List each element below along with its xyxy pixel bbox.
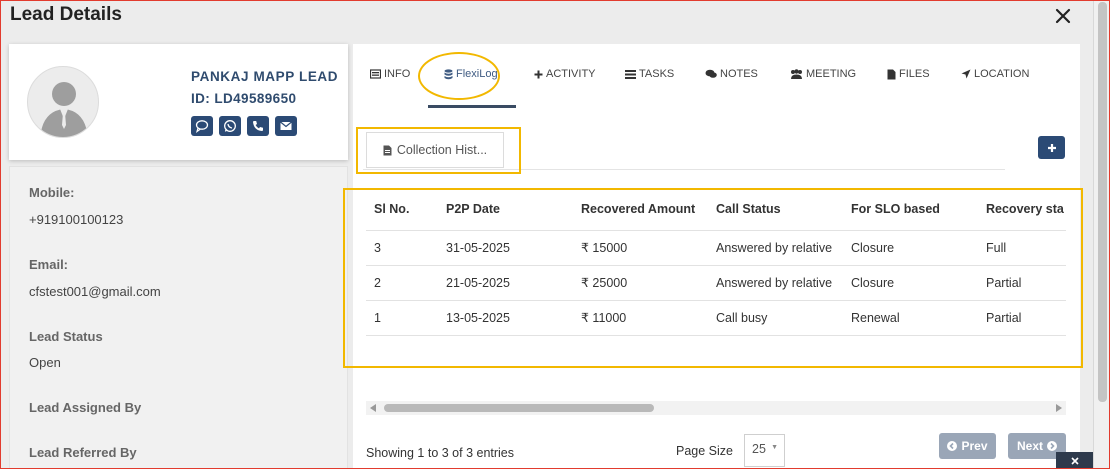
vertical-scrollbar-thumb[interactable] xyxy=(1098,2,1107,402)
lead-status-label: Lead Status xyxy=(29,329,103,344)
page-size-value: 25 xyxy=(752,442,766,456)
email-value: cfstest001@gmail.com xyxy=(29,284,161,299)
close-small-icon xyxy=(1070,457,1079,465)
flexilog-highlight-ellipse xyxy=(418,52,500,100)
tab-bar: INFO FlexiLog ACTIVITY TASKS NOTES MEETI… xyxy=(353,44,1080,108)
tab-activity[interactable]: ACTIVITY xyxy=(534,68,596,80)
tasks-icon xyxy=(625,69,636,79)
chevron-circle-left-icon xyxy=(947,441,958,451)
horizontal-scrollbar[interactable] xyxy=(366,401,1066,415)
prev-button-label: Prev xyxy=(961,439,988,453)
user-silhouette-icon xyxy=(40,82,88,137)
email-label: Email: xyxy=(29,257,69,272)
tab-meeting-label: MEETING xyxy=(806,68,857,80)
plus-icon xyxy=(534,70,543,78)
close-icon[interactable] xyxy=(1053,6,1073,26)
tab-meeting[interactable]: MEETING xyxy=(790,68,856,80)
email-button[interactable] xyxy=(275,116,297,136)
minimize-tab[interactable] xyxy=(1056,452,1093,469)
mobile-label: Mobile: xyxy=(29,185,75,200)
profile-card: PANKAJ MAPP LEAD ID: LD49589650 xyxy=(9,44,348,160)
whatsapp-button[interactable] xyxy=(219,116,241,136)
modal-header: Lead Details xyxy=(0,0,1110,44)
location-arrow-icon xyxy=(961,69,971,79)
main-panel: INFO FlexiLog ACTIVITY TASKS NOTES MEETI… xyxy=(343,44,1083,469)
lead-details-panel: Mobile: +919100100123 Email: cfstest001@… xyxy=(9,166,348,469)
caret-down-icon: ▼ xyxy=(771,444,778,451)
tab-files[interactable]: FILES xyxy=(887,68,930,80)
avatar xyxy=(27,66,99,138)
lead-assigned-by-label: Lead Assigned By xyxy=(29,400,142,415)
entries-info: Showing 1 to 3 of 3 entries xyxy=(366,446,515,460)
tab-info[interactable]: INFO xyxy=(370,68,410,80)
tab-notes[interactable]: NOTES xyxy=(705,68,758,80)
tab-tasks-label: TASKS xyxy=(639,68,675,80)
lead-status-value: Open xyxy=(29,355,61,370)
lead-name: PANKAJ MAPP LEAD xyxy=(191,69,339,84)
envelope-icon xyxy=(280,121,292,130)
file-icon xyxy=(887,69,896,79)
table-highlight-box xyxy=(343,188,1083,368)
tab-files-label: FILES xyxy=(899,68,930,80)
tab-notes-label: NOTES xyxy=(720,68,758,80)
prev-button[interactable]: Prev xyxy=(939,433,996,459)
tab-location[interactable]: LOCATION xyxy=(961,68,1029,80)
users-icon xyxy=(791,69,802,79)
chat-bubble-icon xyxy=(195,120,209,133)
mobile-value: +919100100123 xyxy=(29,212,124,227)
comments-icon xyxy=(705,69,717,78)
chevron-circle-right-icon xyxy=(1047,441,1057,451)
collection-history-highlight-box xyxy=(356,127,521,174)
tab-info-label: INFO xyxy=(384,68,411,80)
modal-title: Lead Details xyxy=(10,4,122,25)
next-button-label: Next xyxy=(1016,439,1043,453)
lead-referred-by-label: Lead Referred By xyxy=(29,445,137,460)
active-tab-indicator xyxy=(428,105,516,108)
horizontal-scrollbar-thumb[interactable] xyxy=(384,404,654,412)
whatsapp-icon xyxy=(224,120,236,132)
call-button[interactable] xyxy=(247,116,269,136)
tab-tasks[interactable]: TASKS xyxy=(625,68,674,80)
page-size-select[interactable]: 25 ▼ xyxy=(744,434,785,467)
phone-icon xyxy=(253,121,263,131)
scroll-left-arrow-icon[interactable] xyxy=(370,404,376,412)
contact-actions xyxy=(191,116,297,136)
lead-id: ID: LD49589650 xyxy=(191,91,297,106)
vertical-scrollbar[interactable] xyxy=(1093,0,1110,469)
tab-location-label: LOCATION xyxy=(974,68,1030,80)
plus-icon xyxy=(1047,143,1056,152)
scroll-right-arrow-icon[interactable] xyxy=(1056,404,1062,412)
tab-activity-label: ACTIVITY xyxy=(546,68,596,80)
page-size-label: Page Size xyxy=(676,444,733,458)
id-card-icon xyxy=(370,69,381,79)
add-record-button[interactable] xyxy=(1038,136,1065,159)
chat-button[interactable] xyxy=(191,116,213,136)
